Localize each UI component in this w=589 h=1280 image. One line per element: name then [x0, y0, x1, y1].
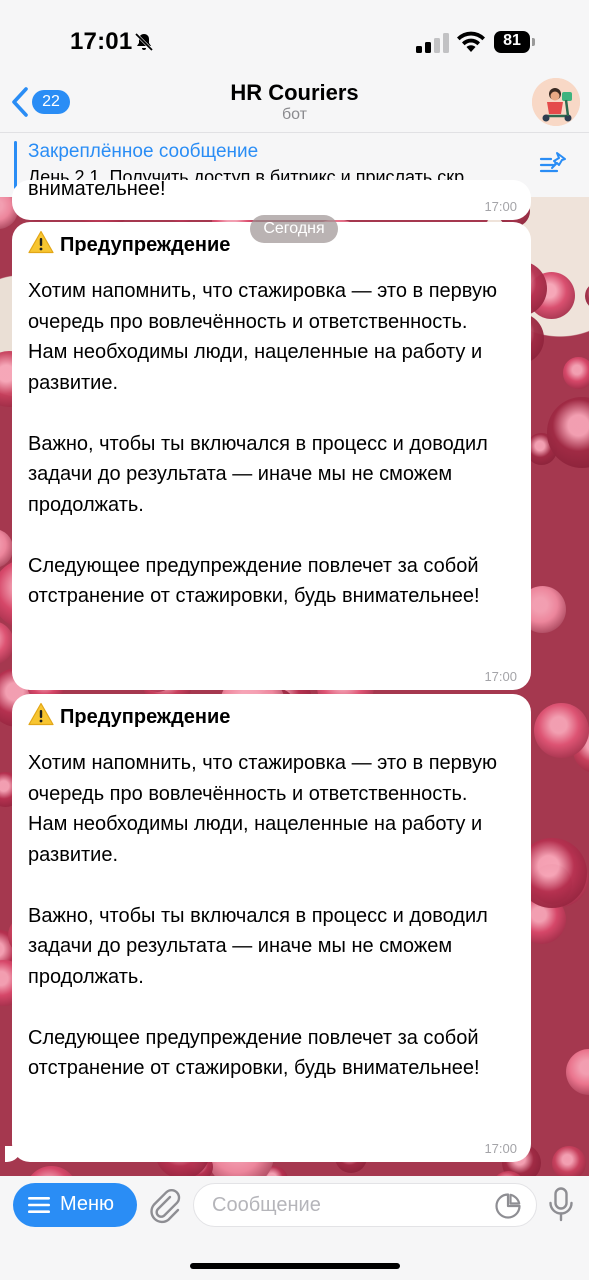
wallpaper-flower — [565, 1049, 589, 1095]
bot-avatar[interactable] — [532, 78, 580, 126]
status-time: 17:01 — [70, 28, 133, 55]
courier-illustration — [532, 78, 580, 126]
wallpaper-flower — [552, 1145, 587, 1176]
wallpaper-flower — [25, 1166, 79, 1176]
battery-tip — [532, 38, 535, 46]
wallpaper-flower — [534, 702, 589, 758]
hamburger-icon — [28, 1197, 50, 1213]
bell-slash-icon — [134, 32, 154, 52]
wallpaper-flower — [584, 281, 589, 310]
chat-header: 22 HR Couriers бот — [0, 70, 589, 132]
pinned-title: Закреплённое сообщение — [28, 141, 259, 162]
wifi-icon — [457, 31, 485, 52]
signal-icon — [416, 33, 449, 53]
chat-title[interactable]: HR Couriers — [0, 80, 589, 106]
menu-button[interactable]: Меню — [13, 1183, 137, 1227]
message-input[interactable] — [210, 1193, 484, 1218]
status-bar: 17:01 81 — [0, 0, 589, 80]
warning-icon — [28, 230, 54, 254]
chat-subtitle: бот — [281, 106, 308, 123]
warning-icon — [28, 702, 54, 726]
message-bubble-partial[interactable]: внимательнее! 17:00 — [12, 180, 531, 220]
message-time: 17:00 — [484, 1141, 517, 1156]
sticker-icon[interactable] — [494, 1192, 522, 1220]
message-field[interactable] — [193, 1183, 537, 1227]
message-heading-text: Предупреждение — [60, 234, 231, 256]
message-time: 17:00 — [484, 669, 517, 684]
wallpaper-flower — [562, 357, 589, 389]
message-text: внимательнее! — [28, 180, 166, 200]
home-indicator — [190, 1263, 400, 1269]
pinned-list-icon[interactable] — [539, 150, 571, 178]
date-separator: Сегодня — [250, 215, 338, 243]
microphone-icon[interactable] — [548, 1187, 574, 1223]
battery-icon: 81 — [494, 31, 536, 53]
pinned-indicator — [14, 141, 17, 189]
input-bar: Меню — [0, 1176, 589, 1280]
message-bubble[interactable]: Предупреждение Хотим напомнить, что стаж… — [5, 694, 531, 1162]
message-heading: Предупреждение — [28, 702, 517, 732]
menu-button-label: Меню — [60, 1193, 115, 1215]
battery-level: 81 — [503, 32, 521, 49]
message-body: Хотим напомнить, что стажировка — это в … — [28, 752, 497, 1079]
message-bubble[interactable]: Предупреждение Хотим напомнить, что стаж… — [12, 222, 531, 690]
message-body: Хотим напомнить, что стажировка — это в … — [28, 280, 497, 607]
message-time: 17:00 — [484, 199, 517, 214]
paperclip-icon[interactable] — [148, 1188, 182, 1224]
message-heading-text: Предупреждение — [60, 706, 231, 728]
